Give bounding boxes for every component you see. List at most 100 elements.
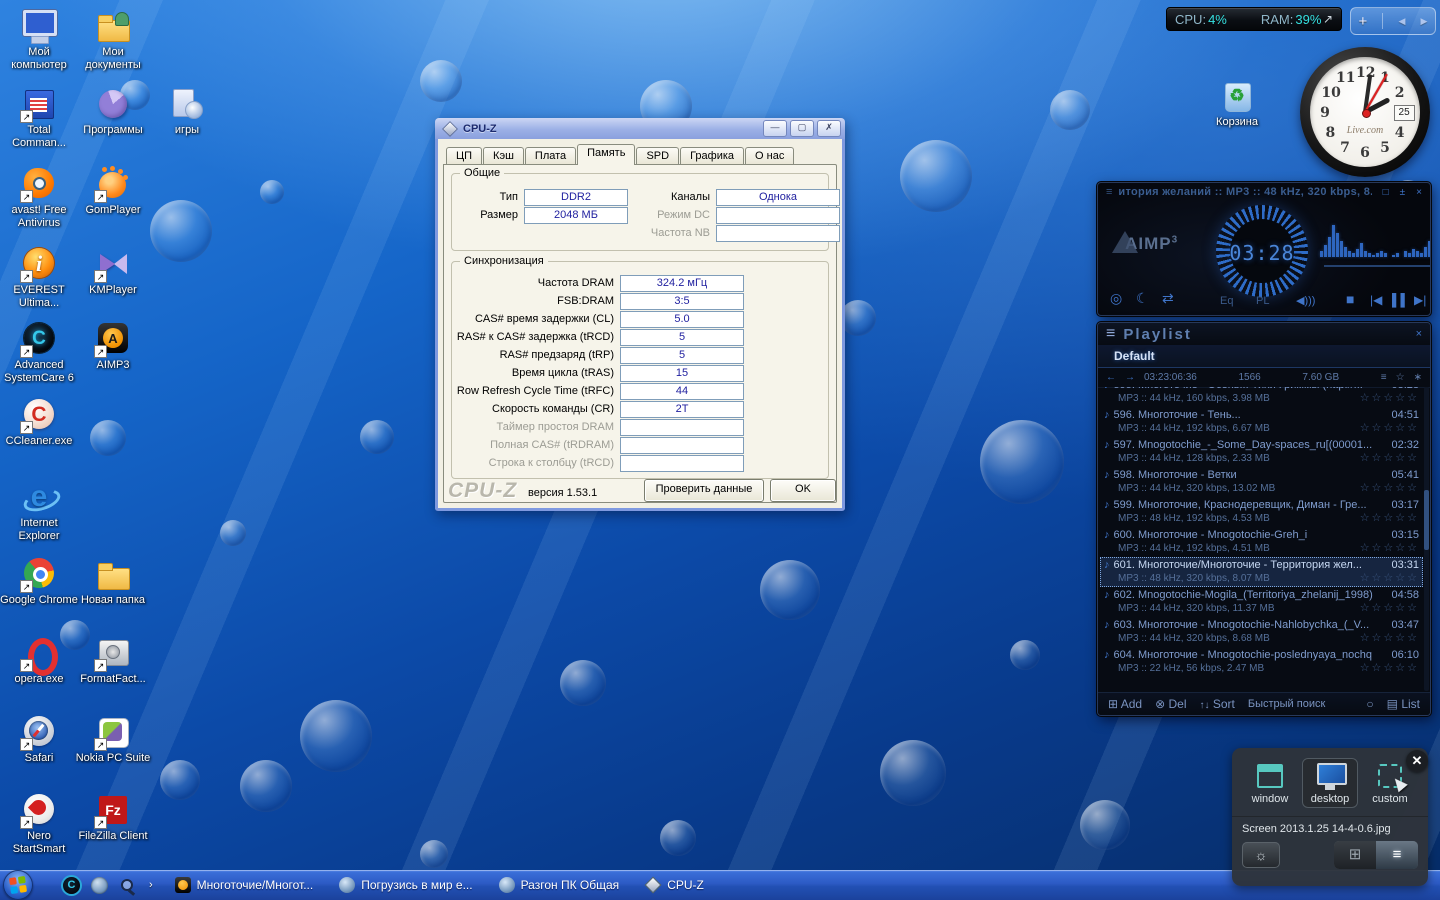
track-rating-stars[interactable]: ☆☆☆☆☆ — [1360, 512, 1419, 525]
minimize-button[interactable]: — — [763, 120, 787, 137]
tab-О нас[interactable]: О нас — [745, 147, 795, 165]
scrollbar-thumb[interactable] — [1424, 490, 1429, 551]
desktop-icon-gomplayer[interactable]: ↗ GomPlayer — [74, 166, 152, 217]
track-rating-stars[interactable]: ☆☆☆☆☆ — [1360, 632, 1419, 645]
aimp-menu-icon[interactable]: ≡ — [1106, 186, 1112, 198]
shuffle-icon[interactable]: ⇄ — [1162, 290, 1174, 307]
playlist-titlebar[interactable]: ≡ Playlist × — [1098, 323, 1430, 345]
capture-close-button[interactable]: ✕ — [1406, 750, 1428, 772]
add-button[interactable]: ⊞ Add — [1108, 697, 1142, 711]
desktop-icon-kmplayer[interactable]: ↗ KMPlayer — [74, 246, 152, 297]
desktop-icon-advanced-systemcare[interactable]: ↗Advanced SystemCare 6 — [0, 321, 78, 385]
track-rating-stars[interactable]: ☆☆☆☆☆ — [1360, 602, 1419, 615]
desktop-icon-opera[interactable]: ↗ opera.exe — [0, 635, 78, 686]
jump-forward-icon[interactable]: → — [1125, 372, 1135, 383]
quicklaunch-chevron-icon[interactable]: › — [149, 879, 153, 891]
aimp-titlebar[interactable]: ≡ итория желаний :: MP3 :: 48 kHz, 320 k… — [1098, 183, 1430, 201]
clock-gadget[interactable]: 121234567891011 Live.com 25 — [1300, 47, 1430, 177]
stop-button[interactable]: ■ — [1346, 291, 1354, 307]
playlist-sortmenu-icon[interactable]: ≡ — [1381, 372, 1387, 383]
next-page-icon[interactable]: ▶ — [1421, 16, 1428, 27]
delete-button[interactable]: ⊗ Del — [1155, 697, 1186, 711]
track-rating-stars[interactable]: ☆☆☆☆☆ — [1360, 452, 1419, 465]
tab-Графика[interactable]: Графика — [680, 147, 745, 165]
desktop-icon-formatfactory[interactable]: ↗ FormatFact... — [74, 635, 152, 686]
desktop-icon-games[interactable]: игры — [148, 86, 226, 137]
next-button[interactable]: ▶| — [1414, 293, 1426, 307]
desktop-icon-total-commander[interactable]: ↗ Total Comman... — [0, 86, 78, 150]
taskbar-task-cpuz[interactable]: CPU-Z — [645, 877, 704, 893]
desktop-icon-nero-startsmart[interactable]: ↗ Nero StartSmart — [0, 792, 78, 856]
track-row[interactable]: ♪ 602. Mnogotochie-Mogila_(Territoriya_zh… — [1100, 587, 1423, 617]
track-rating-stars[interactable]: ☆☆☆☆☆ — [1360, 482, 1419, 495]
track-row[interactable]: ♪ 601. Многоточие/Многоточие - Территория… — [1100, 557, 1423, 587]
desktop-icon-nokia-pc-suite[interactable]: ↗ Nokia PC Suite — [74, 714, 152, 765]
pause-button[interactable]: ▌▌ — [1392, 293, 1409, 307]
capture-option-desktop[interactable]: desktop — [1302, 758, 1358, 808]
track-rating-stars[interactable]: ☆☆☆☆☆ — [1360, 392, 1419, 405]
track-row[interactable]: ♪ 596. Многоточие - Тень... 04:51 MP3 :: 44… — [1100, 407, 1423, 437]
track-row[interactable]: ♪ 603. Многоточие - Mnogotochie-Nahlobych… — [1100, 617, 1423, 647]
desktop-icon-filezilla-client[interactable]: ↗FileZilla Client — [74, 792, 152, 843]
track-rating-stars[interactable]: ☆☆☆☆☆ — [1360, 662, 1419, 675]
capture-option-window[interactable]: window — [1242, 758, 1298, 808]
taskbar-task-globe[interactable]: Разгон ПК Общая — [498, 877, 619, 893]
desktop-icon-google-chrome[interactable]: ↗ Google Chrome — [0, 556, 78, 607]
track-rating-stars[interactable]: ☆☆☆☆☆ — [1360, 572, 1419, 585]
start-button[interactable] — [3, 870, 33, 900]
gadget-toolbar[interactable]: + ◀ ▶ — [1350, 7, 1436, 35]
capture-view-toggle[interactable]: ⊞ ≡ — [1334, 841, 1418, 869]
quicklaunch-capture-icon[interactable] — [119, 877, 136, 894]
aimp-restore-button[interactable]: □ — [1383, 187, 1389, 198]
playlist-menu-icon[interactable]: ≡ — [1106, 325, 1115, 343]
desktop-icon-aimp3[interactable]: ↗AIMP3 — [74, 321, 152, 372]
taskbar-task-globe[interactable]: Погрузись в мир е... — [339, 877, 473, 893]
tab-Плата[interactable]: Плата — [524, 147, 577, 165]
aimp-close-button[interactable]: × — [1416, 187, 1422, 198]
desktop-icon-internet-explorer[interactable]: Internet Explorer — [0, 479, 78, 543]
tab-Память[interactable]: Память — [577, 144, 636, 165]
playlist-scrollbar[interactable] — [1424, 387, 1429, 691]
add-gadget-button[interactable]: + — [1359, 13, 1368, 30]
sleep-moon-icon[interactable]: ☾ — [1136, 290, 1149, 307]
expand-arrow-icon[interactable]: ↗ — [1323, 12, 1333, 26]
quicklaunch-systemcare-icon[interactable]: C — [63, 876, 80, 894]
playlist-close-icon[interactable]: × — [1416, 328, 1422, 340]
sort-button[interactable]: ↑↓ Sort — [1200, 697, 1235, 711]
equalizer-button[interactable]: Eq — [1220, 295, 1233, 307]
close-button[interactable]: ✗ — [817, 120, 841, 137]
desktop-icon-avast-free-antivirus[interactable]: ↗ avast! Free Antivirus — [0, 166, 78, 230]
volume-icon[interactable]: ◀))) — [1296, 294, 1315, 307]
desktop-icon-new-folder[interactable]: Новая папка — [74, 556, 152, 607]
track-row[interactable]: ♪ 600. Многоточие - Mnogotochie-Greh_i 03:… — [1100, 527, 1423, 557]
previous-button[interactable]: |◀ — [1370, 293, 1382, 307]
track-row[interactable]: ♪ 597. Mnogotochie_-_Some_Day-spaces_ru[(… — [1100, 437, 1423, 467]
playlist-tools-icon[interactable]: ∗ — [1414, 372, 1422, 383]
list-view-icon[interactable]: ≡ — [1376, 841, 1418, 869]
desktop-icon-recycle-bin[interactable]: Корзина — [1198, 78, 1276, 129]
search-icon[interactable]: ○ — [1366, 697, 1373, 711]
validate-button[interactable]: Проверить данные — [644, 479, 764, 502]
tab-ЦП[interactable]: ЦП — [446, 147, 483, 165]
playlist-button[interactable]: PL — [1256, 295, 1269, 307]
list-button[interactable]: ▤ List — [1387, 697, 1420, 711]
cpuz-titlebar[interactable]: CPU-Z — ▢ ✗ — [435, 118, 845, 139]
tab-SPD[interactable]: SPD — [636, 147, 680, 165]
desktop-icon-my-computer[interactable]: Мой компьютер — [0, 8, 78, 72]
radio-icon[interactable]: ◎ — [1110, 290, 1122, 307]
desktop-icon-ccleaner[interactable]: ↗CCleaner.exe — [0, 397, 78, 448]
desktop-icon-my-documents[interactable]: Мои документы — [74, 8, 152, 72]
maximize-button[interactable]: ▢ — [790, 120, 814, 137]
prev-page-icon[interactable]: ◀ — [1399, 16, 1406, 27]
quicklaunch-globe-icon[interactable] — [91, 876, 108, 894]
desktop-icon-programs[interactable]: Программы — [74, 86, 152, 137]
quick-search-button[interactable]: Быстрый поиск — [1248, 698, 1325, 710]
ok-button[interactable]: OK — [770, 479, 836, 502]
grid-view-icon[interactable]: ⊞ — [1334, 841, 1376, 869]
jump-back-icon[interactable]: ← — [1106, 372, 1116, 383]
track-row[interactable]: ♪ 598. Многоточие - Ветки 05:41 MP3 :: 44 k… — [1100, 467, 1423, 497]
track-rating-stars[interactable]: ☆☆☆☆☆ — [1360, 542, 1419, 555]
aimp-volume-slider[interactable] — [1324, 265, 1430, 267]
desktop-icon-safari[interactable]: ↗ Safari — [0, 714, 78, 765]
track-row[interactable]: ♪ 604. Многоточие - Mnogotochie-poslednya… — [1100, 647, 1423, 677]
